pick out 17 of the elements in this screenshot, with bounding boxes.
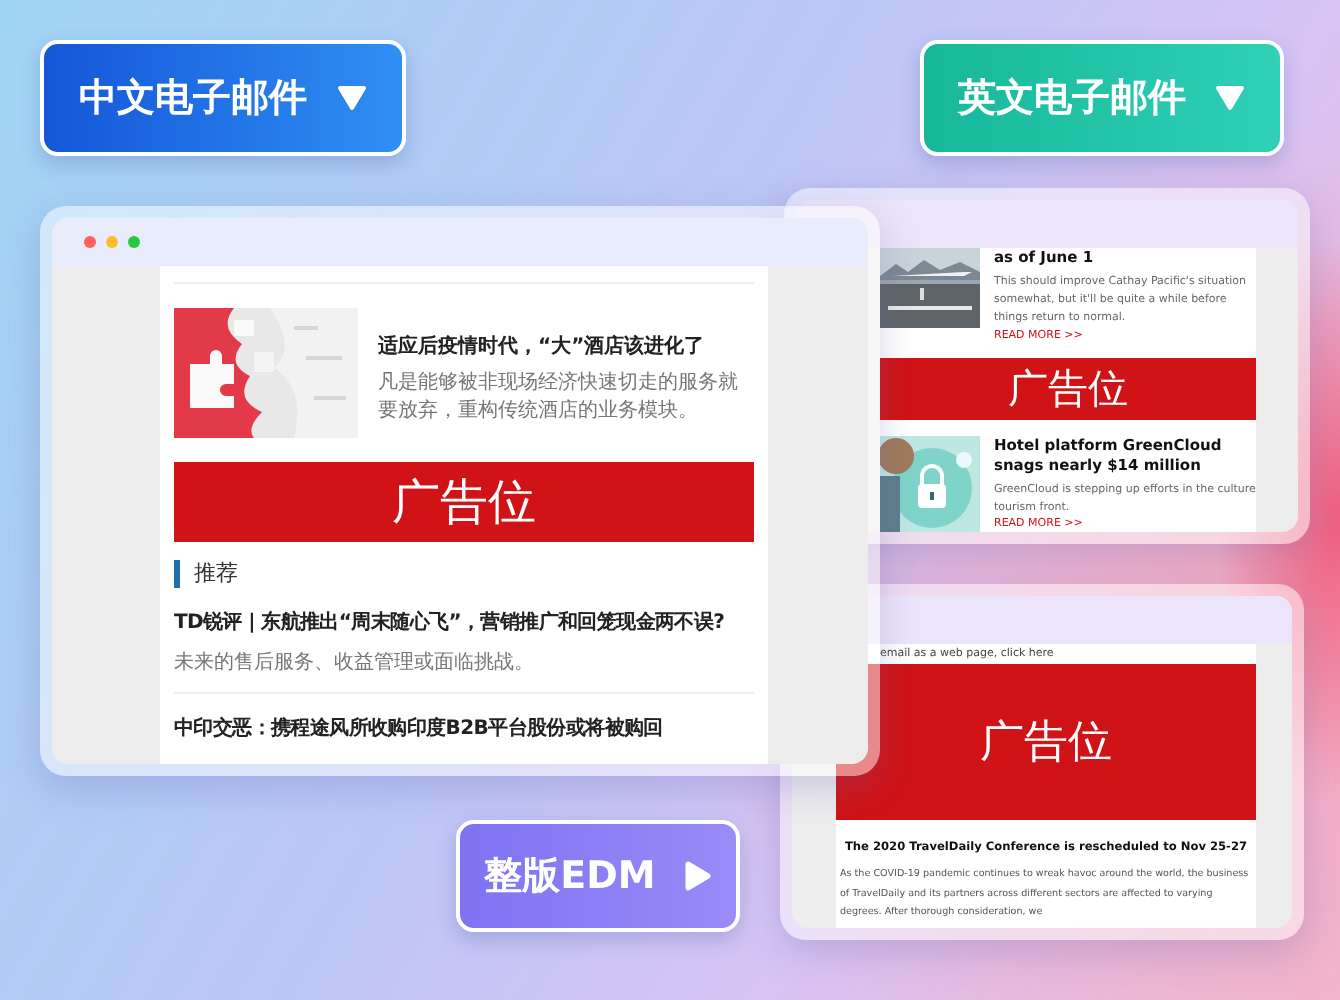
article-headline: 适应后疫情时代，“大”酒店该进化了 [378,332,707,360]
article-summary: 未来的售后服务、收益管理或面临挑战。 [174,649,536,676]
full-edm-button[interactable]: 整版EDM [456,820,740,932]
close-dot[interactable] [84,236,96,248]
article-headline[interactable]: 中印交恶：携程途风所收购印度B2B平台股份或将被购回 [174,714,754,742]
article-summary: 凡是能够被非现场经济快速切走的服务就要放弃，重构传统酒店的业务模块。 [378,370,740,424]
caret-icon [335,84,367,112]
ad-banner: 广告位 [174,462,754,542]
caret-icon [1214,84,1246,112]
ad-banner: 广告位 [836,664,1256,820]
play-icon [683,860,712,892]
maximize-dot[interactable] [128,236,140,248]
ad-banner: 广告位 [880,357,1256,420]
section-title: 推荐 [174,560,754,588]
article-headline[interactable]: TD锐评 | 东航推出“周末随心飞”，营销推广和回笼现金两不误? [174,608,754,636]
minimize-dot[interactable] [106,236,118,248]
chinese-email-button[interactable]: 中文电子邮件 [40,40,406,156]
